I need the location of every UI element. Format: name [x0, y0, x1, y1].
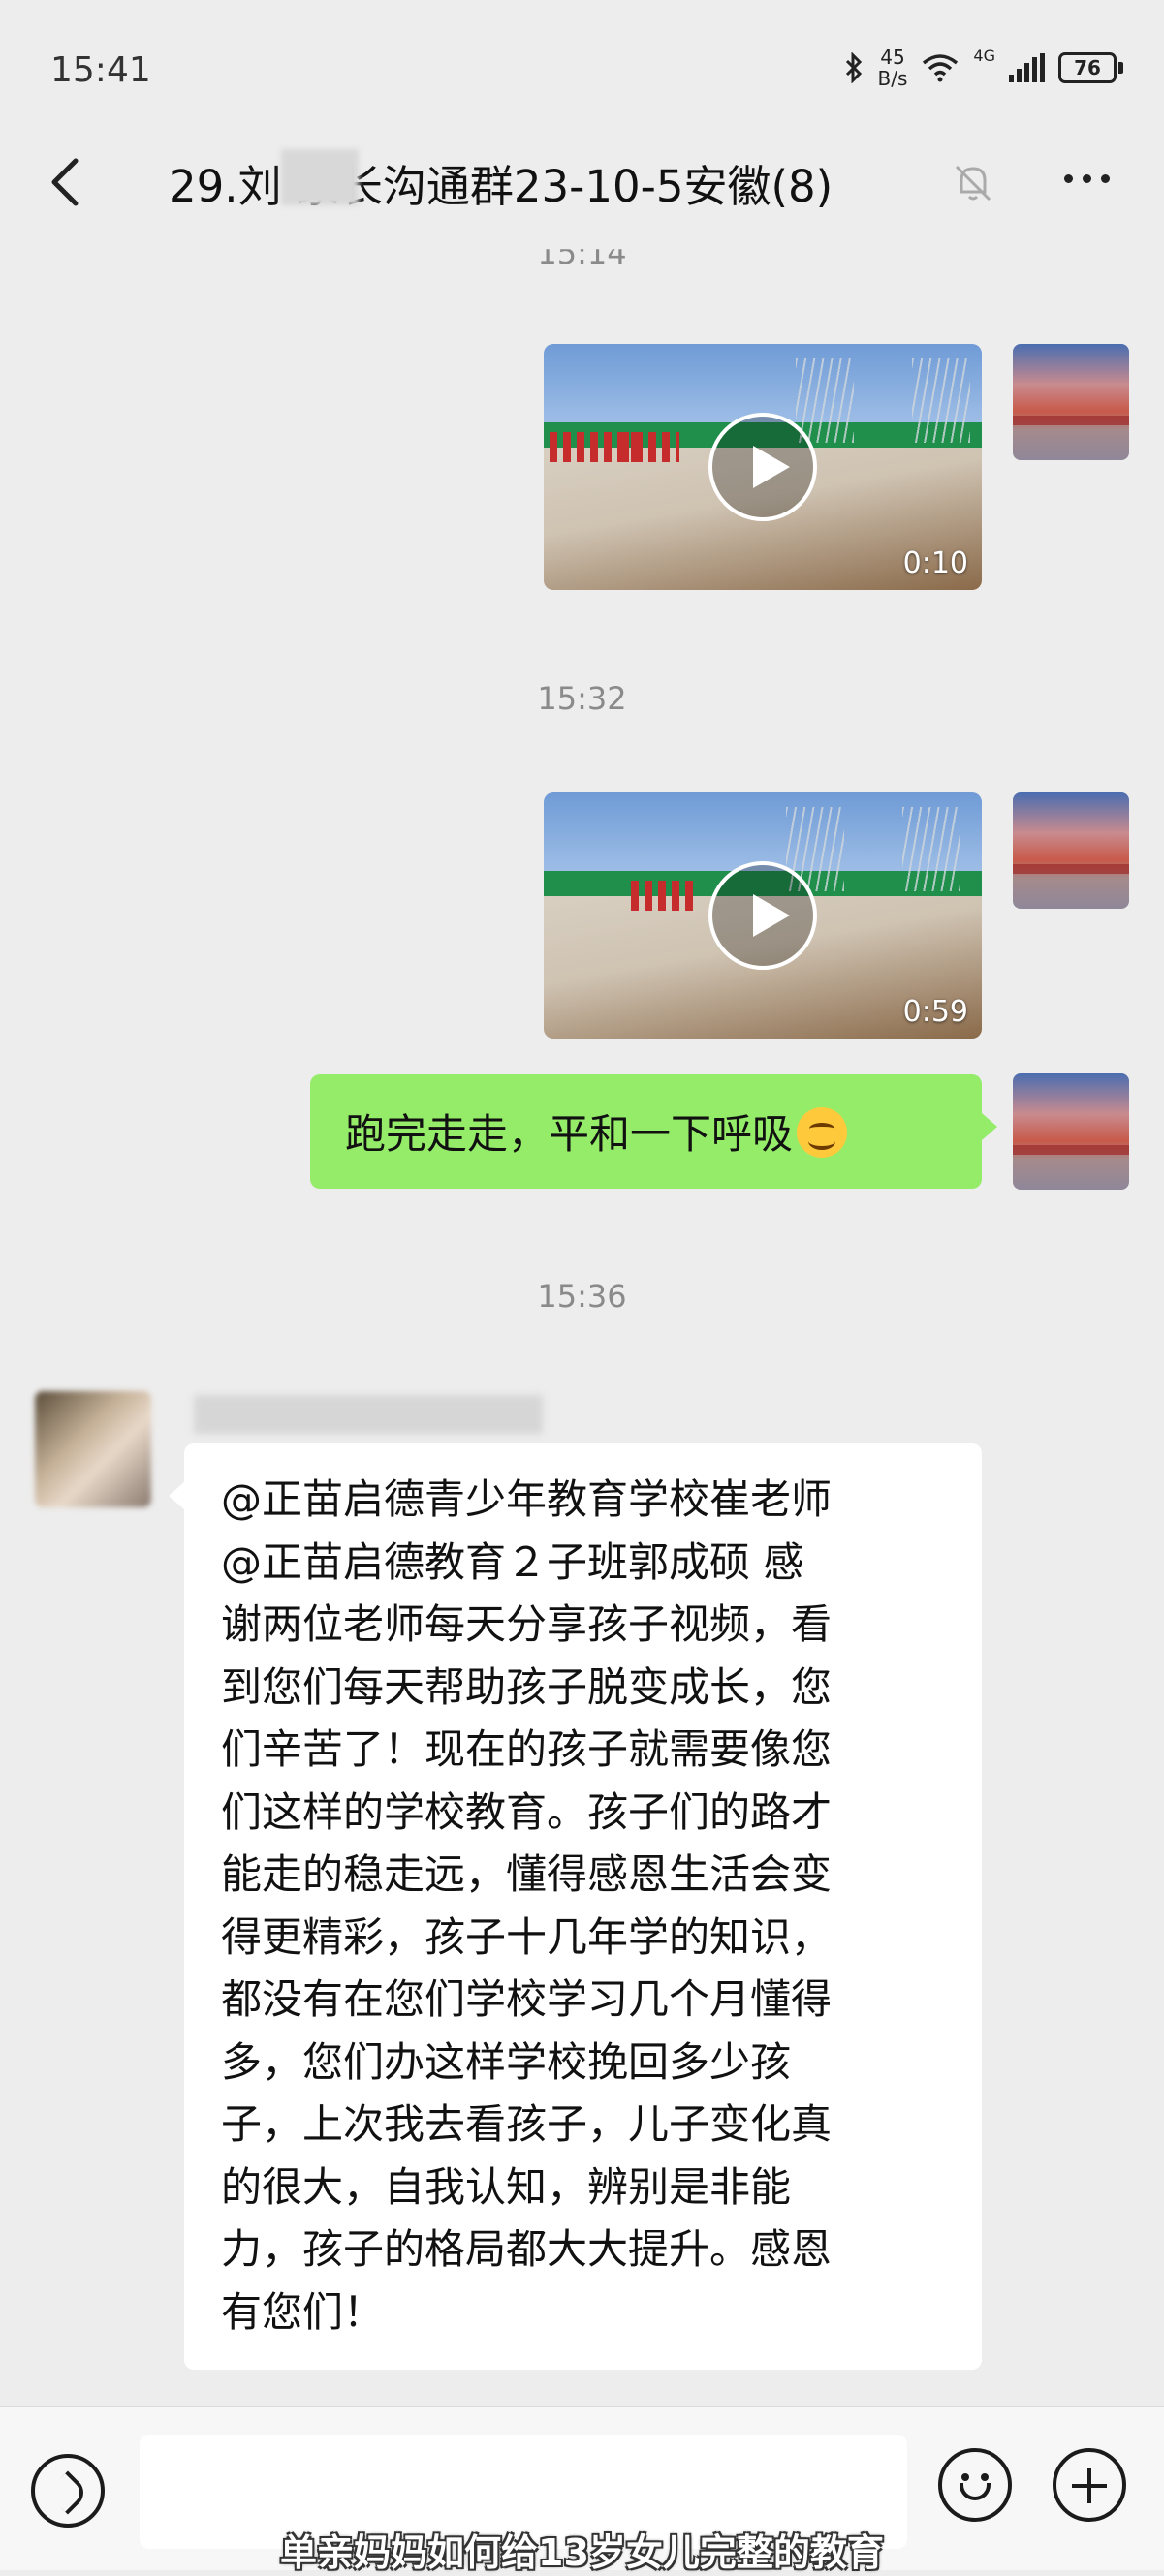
avatar[interactable]	[1013, 344, 1129, 460]
sender-name-blurred	[194, 1395, 543, 1434]
voice-icon[interactable]	[31, 2454, 105, 2528]
message-line: 谢两位老师每天分享孩子视频，看	[221, 1600, 833, 1648]
net-speed-value: 45	[880, 46, 905, 69]
timestamp: 15:32	[537, 680, 627, 717]
status-icons: 45 B/s 4G 76	[843, 47, 1123, 89]
more-icon[interactable]	[1064, 174, 1110, 183]
wifi-icon	[923, 54, 959, 82]
status-bar: 15:41 45 B/s 4G 76	[0, 0, 1164, 126]
message-line: 都没有在您们学校学习几个月懂得	[221, 1975, 833, 2023]
message-line: 能走的稳走远，懂得感恩生活会变	[221, 1850, 833, 1898]
plus-icon[interactable]	[1053, 2448, 1126, 2522]
message-line: @正苗启德青少年教育学校崔老师	[221, 1475, 833, 1523]
net-speed: 45 B/s	[878, 47, 908, 89]
mute-bell-icon	[955, 165, 991, 202]
battery-icon: 76	[1058, 52, 1123, 83]
message-line: 有您们！	[221, 2287, 385, 2336]
message-line: 们这样的学校教育。孩子们的路才	[221, 1787, 833, 1836]
nav-bar: 29.刘 家长沟通群23-10-5安徽(8)	[0, 126, 1164, 234]
play-icon[interactable]	[708, 861, 817, 970]
timestamp-partial: 15:14	[537, 234, 627, 271]
video-duration: 0:10	[902, 546, 968, 580]
message-line: 子，上次我去看孩子，儿子变化真	[221, 2100, 833, 2148]
bluetooth-icon	[845, 52, 862, 83]
video-message-2[interactable]: 0:59	[544, 792, 982, 1039]
net-type: 4G	[973, 47, 995, 65]
received-message[interactable]: @正苗启德青少年教育学校崔老师 @正苗启德教育２子班郭成硕 感 谢两位老师每天分…	[169, 1443, 982, 2370]
status-time: 15:41	[50, 50, 151, 90]
net-speed-unit: B/s	[877, 67, 908, 90]
message-line: 多，您们办这样学校挽回多少孩	[221, 2037, 792, 2086]
battery-level: 76	[1058, 52, 1117, 83]
emoji-icon[interactable]	[938, 2448, 1012, 2522]
avatar[interactable]	[1013, 792, 1129, 909]
message-line: 得更精彩，孩子十几年学的知识，	[221, 1912, 833, 1961]
smile-emoji-icon	[797, 1107, 848, 1158]
message-line: 们辛苦了！现在的孩子就需要像您	[221, 1725, 833, 1773]
redaction-blur	[281, 149, 359, 205]
avatar[interactable]	[1013, 1073, 1129, 1190]
sent-message-text: 跑完走走，平和一下呼吸	[345, 1110, 794, 1158]
message-line: 到您们每天帮助孩子脱变成长，您	[221, 1662, 833, 1711]
message-line: 的很大，自我认知，辨别是非能	[221, 2162, 792, 2211]
sender-avatar[interactable]	[35, 1391, 151, 1507]
play-icon[interactable]	[708, 413, 817, 521]
message-line: 力，孩子的格局都大大提升。感恩	[221, 2225, 833, 2273]
back-icon[interactable]	[43, 155, 91, 209]
video-message-1[interactable]: 0:10	[544, 344, 982, 590]
message-line: @正苗启德教育２子班郭成硕 感	[221, 1537, 804, 1586]
signal-icon	[1009, 53, 1045, 82]
chat-title[interactable]: 29.刘 家长沟通群23-10-5安徽(8)	[169, 151, 833, 214]
video-duration: 0:59	[902, 995, 968, 1029]
video-caption-overlay: 单亲妈妈如何给13岁女儿完整的教育	[280, 2531, 884, 2574]
timestamp: 15:36	[537, 1278, 627, 1315]
sent-message[interactable]: 跑完走走，平和一下呼吸	[310, 1074, 997, 1189]
